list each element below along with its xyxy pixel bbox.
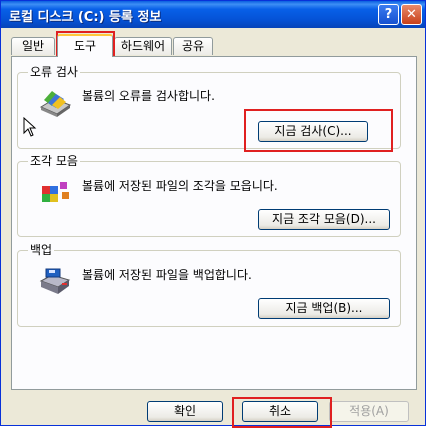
- properties-window: 로컬 디스크 (C:) 등록 정보 ? ✕ 일반 도구 하드웨어 공유 오류 검…: [0, 0, 426, 428]
- backup-title: 백업: [28, 243, 55, 257]
- window-title: 로컬 디스크 (C:) 등록 정보: [9, 10, 162, 25]
- close-button[interactable]: ✕: [401, 4, 422, 25]
- apply-button[interactable]: 적용(A): [329, 401, 409, 422]
- tab-strip: 일반 도구 하드웨어 공유: [11, 34, 419, 57]
- check-now-button[interactable]: 지금 검사(C)...: [258, 121, 368, 142]
- cancel-button[interactable]: 취소: [242, 401, 318, 422]
- ok-button[interactable]: 확인: [147, 401, 223, 422]
- backup-description: 볼륨에 저장된 파일을 백업합니다.: [82, 268, 252, 282]
- backup-icon: [39, 268, 71, 294]
- defrag-description: 볼륨에 저장된 파일의 조각을 모읍니다.: [82, 179, 278, 193]
- tab-tools[interactable]: 도구: [57, 34, 113, 57]
- disk-check-icon: [39, 91, 72, 117]
- help-button[interactable]: ?: [378, 4, 399, 25]
- defrag-now-button[interactable]: 지금 조각 모음(D)...: [258, 209, 390, 230]
- error-check-description: 볼륨의 오류를 검사합니다.: [82, 89, 215, 103]
- tab-general[interactable]: 일반: [11, 37, 55, 55]
- tab-hardware[interactable]: 하드웨어: [114, 37, 172, 55]
- tab-sharing[interactable]: 공유: [173, 37, 213, 55]
- defrag-icon: [42, 182, 69, 202]
- title-bar[interactable]: 로컬 디스크 (C:) 등록 정보 ? ✕: [1, 1, 425, 28]
- mouse-cursor-icon: [23, 117, 37, 137]
- error-check-title: 오류 검사: [28, 65, 80, 79]
- backup-now-button[interactable]: 지금 백업(B)...: [258, 298, 390, 319]
- defrag-title: 조각 모음: [28, 154, 80, 168]
